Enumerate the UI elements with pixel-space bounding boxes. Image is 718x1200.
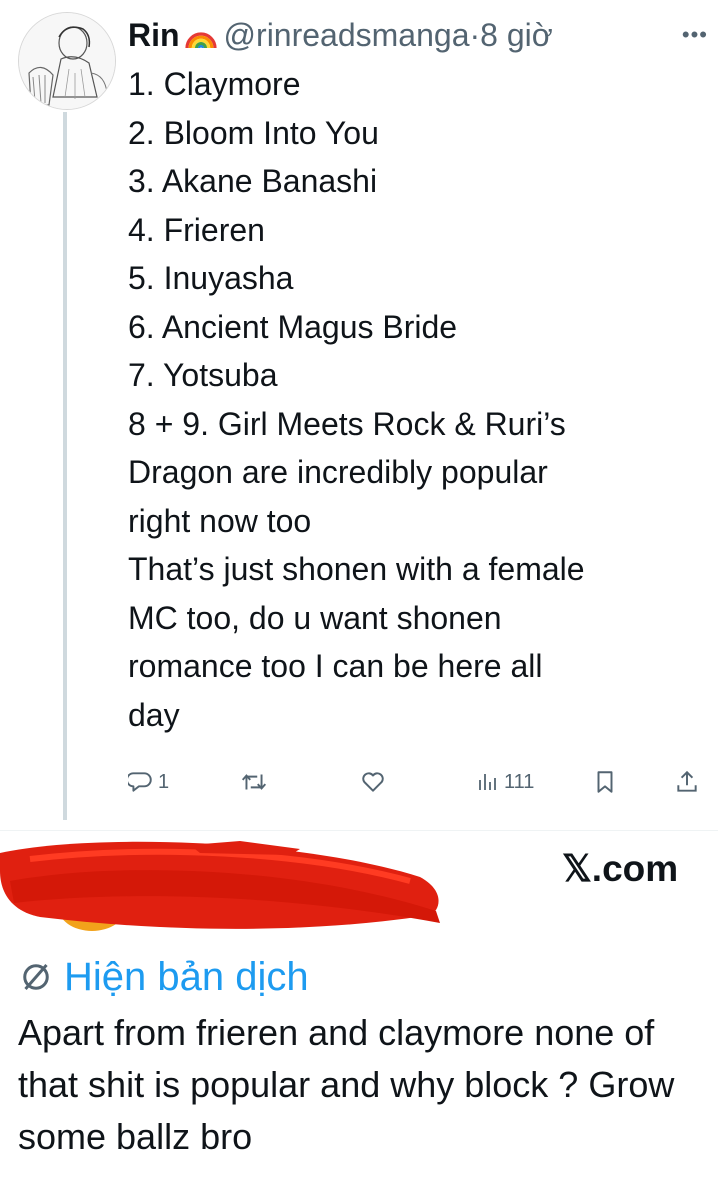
separator-dot: · <box>469 17 481 53</box>
translate-link[interactable]: Hiện bản dịch <box>18 951 309 1003</box>
tweet-line: 3. Akane Banashi <box>128 163 378 199</box>
reply-button[interactable]: 1 <box>128 762 169 802</box>
view-count: 111 <box>504 770 535 793</box>
tweet-line: day <box>128 696 180 733</box>
reply-icon <box>128 772 152 792</box>
like-button[interactable] <box>360 762 390 802</box>
rainbow-emoji-icon <box>184 14 218 64</box>
translate-label: Hiện bản dịch <box>64 954 309 999</box>
author-handle[interactable]: @rinreadsmanga <box>224 17 470 53</box>
manga-sketch-avatar-image <box>19 13 115 109</box>
share-button[interactable] <box>674 762 700 802</box>
retweet-button[interactable] <box>240 762 272 802</box>
tweet-line: 8 + 9. Girl Meets Rock & Ruri’s <box>128 405 566 442</box>
like-icon <box>362 772 384 792</box>
avatar[interactable] <box>18 12 116 110</box>
tweet-header: Rin @rinreadsmanga·8 giờ <box>128 10 708 60</box>
tweet[interactable]: Rin @rinreadsmanga·8 giờ ••• 1. Claymore… <box>0 0 718 830</box>
more-horizontal-icon[interactable]: ••• <box>682 22 708 48</box>
tweet-time[interactable]: 8 giờ <box>480 17 553 53</box>
share-icon <box>677 770 697 792</box>
tweet-body: 1. Claymore 2. Bloom Into You 3. Akane B… <box>128 60 703 739</box>
views-icon <box>479 774 496 790</box>
tweet-line: MC too, do u want shonen <box>128 599 502 636</box>
translate-icon <box>23 964 49 990</box>
tweet-line: Dragon are incredibly popular <box>128 454 548 490</box>
tweet-line: right now too <box>128 502 312 539</box>
bookmark-button[interactable] <box>592 762 618 802</box>
retweet-icon <box>241 774 267 790</box>
views-button[interactable]: 111 <box>476 762 534 802</box>
tweet-line: That’s just shonen with a female <box>128 551 585 587</box>
x-watermark: 𝕏.com <box>562 848 679 889</box>
tweet-line: 1. Claymore <box>128 66 301 102</box>
thread-line <box>63 112 67 820</box>
redaction-scribble <box>0 841 440 931</box>
tweet-line: romance too I can be here all <box>128 648 543 684</box>
tweet-line: 7. Yotsuba <box>128 357 278 393</box>
bookmark-icon <box>597 771 613 793</box>
tweet-line: 2. Bloom Into You <box>128 114 379 151</box>
reply-body: Apart from frieren and claymore none of … <box>18 1012 675 1157</box>
reply-tweet[interactable]: 𝕏.com Hiện bản dịch Apart from frieren a… <box>0 831 718 1200</box>
tweet-line: 6. Ancient Magus Bride <box>128 308 458 345</box>
tweet-actions: 1 111 <box>128 762 708 802</box>
tweet-line: 5. Inuyasha <box>128 260 294 296</box>
reply-count: 1 <box>158 770 170 793</box>
tweet-line: 4. Frieren <box>128 211 265 248</box>
author-name[interactable]: Rin <box>128 17 180 53</box>
